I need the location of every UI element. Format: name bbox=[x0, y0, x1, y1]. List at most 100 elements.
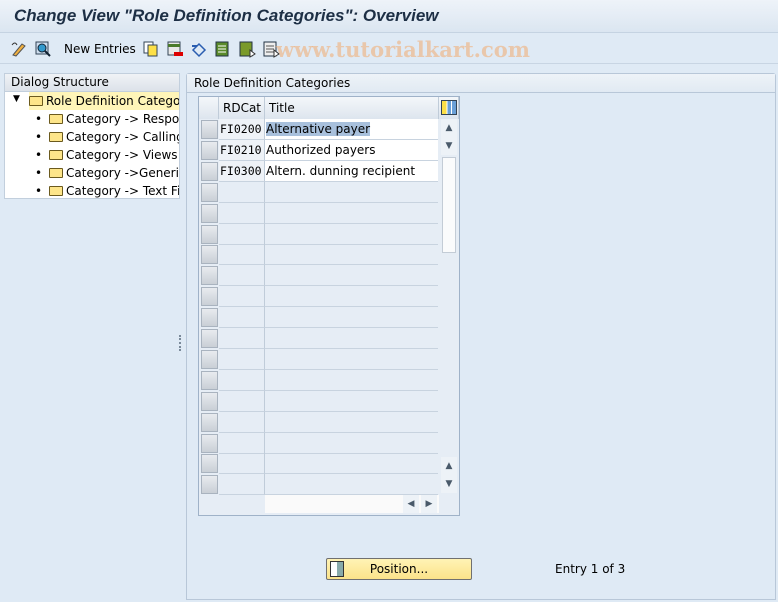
row-selector[interactable] bbox=[201, 454, 218, 474]
row-selector[interactable] bbox=[201, 287, 218, 307]
column-header-title[interactable]: Title bbox=[265, 97, 439, 119]
scroll-down-icon[interactable]: ▼ bbox=[441, 137, 457, 155]
cell-rdcat[interactable] bbox=[219, 307, 265, 329]
tree-node-child[interactable]: • Category -> Respons bbox=[5, 110, 179, 128]
row-selector[interactable] bbox=[201, 245, 218, 265]
table-row[interactable] bbox=[199, 223, 439, 245]
row-selector[interactable] bbox=[201, 433, 218, 453]
cell-title[interactable] bbox=[265, 182, 438, 203]
cell-title[interactable]: Authorized payers bbox=[265, 139, 438, 161]
row-selector[interactable] bbox=[201, 329, 218, 348]
row-selector[interactable] bbox=[201, 224, 218, 244]
select-all-icon[interactable] bbox=[214, 40, 232, 58]
cell-rdcat[interactable] bbox=[219, 348, 265, 370]
row-selector[interactable] bbox=[201, 412, 218, 432]
horizontal-scrollbar[interactable]: ◀ ▶ bbox=[265, 495, 439, 513]
table-row[interactable] bbox=[199, 432, 439, 454]
cell-rdcat[interactable] bbox=[219, 328, 265, 349]
row-selector[interactable] bbox=[201, 349, 218, 369]
cell-rdcat[interactable] bbox=[219, 202, 265, 224]
cell-rdcat[interactable]: FI0210 bbox=[219, 139, 265, 161]
tree-node-child[interactable]: • Category ->Generic I bbox=[5, 164, 179, 182]
cell-title[interactable] bbox=[265, 307, 438, 329]
cell-rdcat[interactable] bbox=[219, 265, 265, 287]
table-row[interactable] bbox=[199, 181, 439, 203]
cell-rdcat[interactable] bbox=[219, 369, 265, 391]
row-selector[interactable] bbox=[201, 308, 218, 328]
scroll-page-down-icon[interactable]: ▼ bbox=[441, 475, 457, 493]
row-selector[interactable] bbox=[201, 140, 218, 160]
table-row[interactable] bbox=[199, 265, 439, 287]
table-row[interactable]: FI0200 Alternative payer bbox=[199, 119, 439, 140]
cell-title[interactable] bbox=[265, 265, 438, 287]
row-selector[interactable] bbox=[201, 120, 218, 139]
table-row[interactable] bbox=[199, 453, 439, 475]
find-icon[interactable] bbox=[34, 40, 52, 58]
cell-title[interactable] bbox=[265, 328, 438, 349]
cell-rdcat[interactable] bbox=[219, 411, 265, 433]
cell-rdcat[interactable] bbox=[219, 181, 265, 203]
cell-title[interactable]: Alternative payer bbox=[265, 119, 438, 140]
cell-rdcat[interactable] bbox=[219, 432, 265, 454]
cell-rdcat[interactable] bbox=[219, 453, 265, 475]
undo-icon[interactable] bbox=[190, 40, 208, 58]
cell-title[interactable] bbox=[265, 244, 438, 266]
row-selector[interactable] bbox=[201, 182, 218, 202]
cell-title[interactable] bbox=[265, 391, 438, 412]
cell-rdcat[interactable]: FI0200 bbox=[219, 119, 265, 140]
cell-title[interactable] bbox=[265, 203, 438, 224]
table-row[interactable] bbox=[199, 286, 439, 308]
display-change-icon[interactable] bbox=[10, 40, 28, 58]
column-header-rdcat[interactable]: RDCat bbox=[219, 97, 265, 119]
table-row[interactable] bbox=[199, 390, 439, 412]
scroll-thumb[interactable] bbox=[442, 157, 456, 253]
table-settings-icon[interactable] bbox=[439, 97, 459, 119]
tree-node-child[interactable]: • Category -> Text Fie bbox=[5, 182, 179, 200]
scroll-page-up-icon[interactable]: ▲ bbox=[441, 457, 457, 475]
row-selector[interactable] bbox=[201, 266, 218, 286]
copy-icon[interactable] bbox=[142, 40, 160, 58]
table-row[interactable] bbox=[199, 202, 439, 224]
cell-rdcat[interactable] bbox=[219, 390, 265, 412]
row-selector[interactable] bbox=[201, 475, 218, 495]
cell-title[interactable] bbox=[265, 412, 438, 433]
vertical-scrollbar[interactable]: ▲ ▼ ▲ ▼ bbox=[439, 119, 459, 495]
cell-title[interactable] bbox=[265, 224, 438, 245]
cell-title[interactable] bbox=[265, 370, 438, 391]
cell-rdcat[interactable] bbox=[219, 474, 265, 496]
cell-title[interactable] bbox=[265, 474, 438, 496]
cell-rdcat[interactable] bbox=[219, 286, 265, 308]
tree-node-child[interactable]: • Category -> Calling A bbox=[5, 128, 179, 146]
table-row[interactable] bbox=[199, 328, 439, 349]
cell-title[interactable] bbox=[265, 453, 438, 475]
tree-node-root[interactable]: Role Definition Categorie bbox=[29, 92, 179, 110]
table-row[interactable] bbox=[199, 411, 439, 433]
tree-node-child[interactable]: • Category -> Views bbox=[5, 146, 179, 164]
splitter-handle[interactable] bbox=[179, 335, 181, 351]
expand-triangle-icon[interactable]: ▼ bbox=[13, 94, 20, 104]
select-block-icon[interactable] bbox=[238, 40, 256, 58]
table-row[interactable] bbox=[199, 307, 439, 329]
cell-title[interactable] bbox=[265, 349, 438, 370]
table-row[interactable] bbox=[199, 369, 439, 391]
select-all-rows-header[interactable] bbox=[199, 97, 219, 119]
delete-icon[interactable] bbox=[166, 40, 184, 58]
cell-title[interactable] bbox=[265, 286, 438, 308]
cell-title[interactable]: Altern. dunning recipient bbox=[265, 160, 438, 182]
table-row[interactable] bbox=[199, 474, 439, 496]
scroll-right-icon[interactable]: ▶ bbox=[421, 495, 437, 513]
cell-rdcat[interactable]: FI0300 bbox=[219, 160, 265, 182]
row-selector[interactable] bbox=[201, 203, 218, 223]
table-row[interactable] bbox=[199, 348, 439, 370]
table-row[interactable]: FI0210 Authorized payers bbox=[199, 139, 439, 161]
scroll-left-icon[interactable]: ◀ bbox=[403, 495, 419, 513]
row-selector[interactable] bbox=[201, 370, 218, 390]
cell-rdcat[interactable] bbox=[219, 223, 265, 245]
position-button[interactable]: Position... bbox=[326, 558, 472, 580]
row-selector[interactable] bbox=[201, 391, 218, 411]
cell-title[interactable] bbox=[265, 433, 438, 454]
table-row[interactable]: FI0300 Altern. dunning recipient bbox=[199, 160, 439, 182]
cell-rdcat[interactable] bbox=[219, 244, 265, 266]
scroll-up-icon[interactable]: ▲ bbox=[441, 119, 457, 137]
new-entries-button[interactable]: New Entries bbox=[64, 42, 136, 56]
